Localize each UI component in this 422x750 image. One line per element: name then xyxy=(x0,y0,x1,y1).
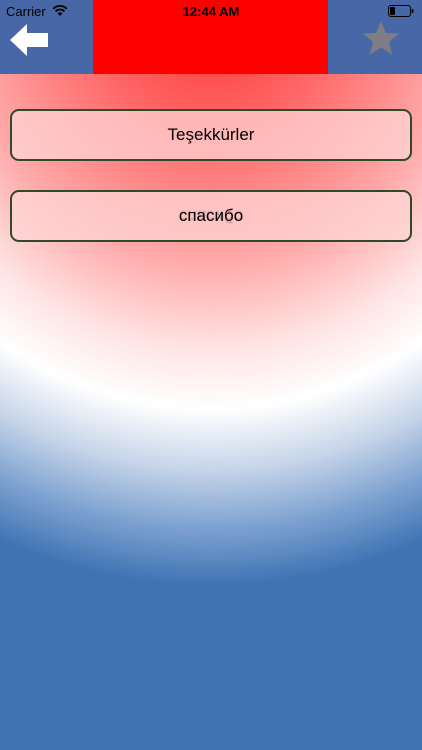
word-card-russian[interactable]: спасибо xyxy=(10,190,412,242)
word-card-turkish[interactable]: Teşekkürler xyxy=(10,109,412,161)
word-label: спасибо xyxy=(179,206,243,226)
back-arrow-icon[interactable] xyxy=(10,22,48,58)
clock: 12:44 AM xyxy=(182,4,240,19)
word-label: Teşekkürler xyxy=(167,125,255,144)
star-icon[interactable] xyxy=(362,20,400,56)
battery-icon xyxy=(388,5,414,17)
status-bar: Carrier 12:44 AM xyxy=(0,0,422,22)
